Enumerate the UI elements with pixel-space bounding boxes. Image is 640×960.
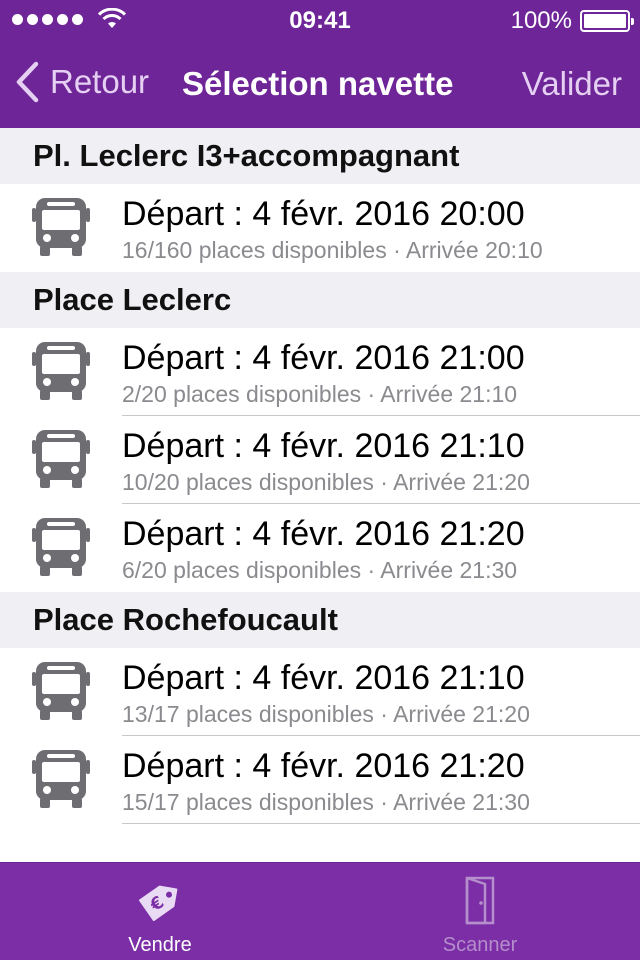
- departure-label: Départ : 4 févr. 2016 21:10: [122, 659, 525, 697]
- shuttle-row[interactable]: Départ : 4 févr. 2016 21:20 15/17 places…: [0, 736, 640, 824]
- shuttle-row[interactable]: Départ : 4 févr. 2016 20:00 16/160 place…: [0, 184, 640, 272]
- section-header: Place Leclerc: [0, 272, 640, 328]
- status-bar: 09:41 100%: [0, 0, 640, 40]
- availability-label: 16/160 places disponibles · Arrivée 20:1…: [122, 237, 543, 263]
- battery-percent: 100%: [510, 7, 572, 34]
- shuttle-row[interactable]: Départ : 4 févr. 2016 21:10 13/17 places…: [0, 648, 640, 736]
- availability-label: 10/20 places disponibles · Arrivée 21:20: [122, 469, 530, 495]
- back-label: Retour: [50, 63, 150, 100]
- page-title: Sélection navette: [182, 65, 454, 102]
- departure-label: Départ : 4 févr. 2016 21:20: [122, 515, 525, 553]
- section-place-rochefoucault: Place Rochefoucault Départ : 4 févr. 201…: [0, 592, 640, 824]
- availability-label: 6/20 places disponibles · Arrivée 21:30: [122, 557, 518, 583]
- departure-label: Départ : 4 févr. 2016 21:00: [122, 339, 525, 377]
- bus-icon: [32, 518, 90, 576]
- bus-icon: [32, 750, 90, 808]
- status-right: 100%: [510, 7, 634, 35]
- availability-label: 2/20 places disponibles · Arrivée 21:10: [122, 381, 518, 407]
- bus-icon: [32, 430, 90, 488]
- section-leclerc-i3: Pl. Leclerc I3+accompagnant Départ : 4 f…: [0, 128, 640, 272]
- shuttle-row[interactable]: Départ : 4 févr. 2016 21:10 10/20 places…: [0, 416, 640, 504]
- price-tag-euro-icon: €: [139, 885, 178, 922]
- tab-bar: € Vendre Scanner: [0, 862, 640, 960]
- section-place-leclerc: Place Leclerc Départ : 4 févr. 2016 21:0…: [0, 272, 640, 592]
- navigation-bar: Retour Sélection navette Valider: [0, 40, 640, 128]
- availability-label: 13/17 places disponibles · Arrivée 21:20: [122, 701, 530, 727]
- validate-button[interactable]: Valider: [522, 65, 622, 103]
- section-header: Pl. Leclerc I3+accompagnant: [0, 128, 640, 184]
- back-button[interactable]: Retour: [14, 60, 149, 104]
- battery-icon: [580, 10, 634, 32]
- tab-label: Vendre: [128, 934, 192, 956]
- departure-label: Départ : 4 févr. 2016 21:10: [122, 427, 525, 465]
- bus-icon: [32, 198, 90, 256]
- shuttle-row[interactable]: Départ : 4 févr. 2016 21:20 6/20 places …: [0, 504, 640, 592]
- tab-vendre[interactable]: € Vendre: [0, 863, 320, 960]
- bus-icon: [32, 662, 90, 720]
- tab-scanner[interactable]: Scanner: [320, 863, 640, 960]
- bus-icon: [32, 342, 90, 400]
- shuttle-list[interactable]: Pl. Leclerc I3+accompagnant Départ : 4 f…: [0, 128, 640, 862]
- departure-label: Départ : 4 févr. 2016 20:00: [122, 195, 525, 233]
- shuttle-row[interactable]: Départ : 4 févr. 2016 21:00 2/20 places …: [0, 328, 640, 416]
- tab-label: Scanner: [442, 934, 518, 956]
- section-header: Place Rochefoucault: [0, 592, 640, 648]
- departure-label: Départ : 4 févr. 2016 21:20: [122, 747, 525, 785]
- chevron-left-icon: [16, 61, 39, 103]
- door-icon: [465, 876, 495, 925]
- availability-label: 15/17 places disponibles · Arrivée 21:30: [122, 789, 530, 815]
